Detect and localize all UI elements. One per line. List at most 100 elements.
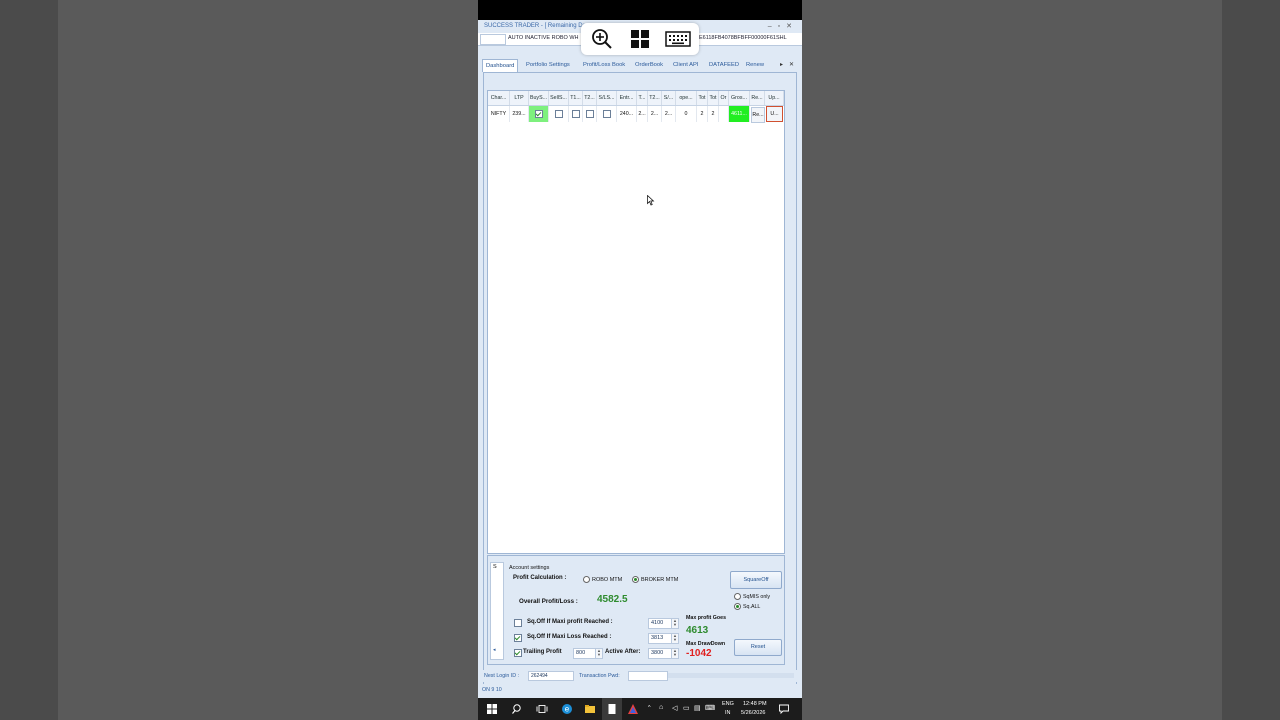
sl-checkbox[interactable] (602, 109, 611, 118)
broker-mtm-radio[interactable] (632, 576, 639, 583)
bottom-status-text: ON 9 10 (482, 687, 502, 693)
maxi-loss-input[interactable]: 3813 (648, 633, 672, 644)
squareoff-button[interactable]: SquareOff (730, 571, 782, 589)
header-sl[interactable]: S/LS... (597, 91, 617, 105)
buy-checkbox[interactable] (534, 109, 543, 118)
tab-portfolio-settings[interactable]: Portfolio Settings (526, 59, 570, 71)
sq-all-option[interactable]: Sq.ALL (734, 603, 760, 610)
cell-sell (549, 106, 569, 122)
maxi-loss-check[interactable] (514, 634, 522, 642)
cell-gross: 4611... (729, 106, 750, 122)
table-row[interactable]: NIFTY 239... 240... 2... 2... 2... 0 2 2… (488, 106, 784, 123)
trailing-profit-check[interactable] (514, 649, 522, 657)
trailing-profit-input[interactable]: 800 (573, 648, 597, 659)
sq-all-radio[interactable] (734, 603, 741, 610)
tab-datafeed[interactable]: DATAFEED (709, 59, 739, 71)
header-entry[interactable]: Entr... (617, 91, 637, 105)
input-region[interactable]: IN (725, 710, 731, 716)
zoom-in-icon[interactable] (591, 28, 613, 50)
clock-date[interactable]: 5/26/2026 (741, 710, 765, 716)
row-up-button[interactable]: U... (766, 106, 783, 122)
account-settings-panel: S ◂ Account settings Profit Calculation … (487, 555, 785, 665)
active-after-input[interactable]: 3800 (648, 648, 672, 659)
header-up[interactable]: Up... (765, 91, 784, 105)
t1-checkbox[interactable] (571, 109, 580, 118)
maxi-loss-spinner[interactable]: ▲ ▼ (671, 633, 679, 644)
robo-mtm-option[interactable]: ROBO MTM (583, 576, 622, 583)
header-re[interactable]: Re... (750, 91, 765, 105)
active-after-spinner[interactable]: ▲ ▼ (671, 648, 679, 659)
notification-center-icon[interactable] (778, 703, 790, 715)
tray-network-icon[interactable]: ⌂ (659, 704, 663, 711)
header-tot1[interactable]: Tot (697, 91, 708, 105)
header-or[interactable]: Or (719, 91, 729, 105)
windows-icon[interactable] (629, 28, 651, 50)
toolbar-field[interactable] (480, 34, 506, 45)
tab-close-icon[interactable]: ✕ (789, 59, 794, 71)
header-s[interactable]: S/... (662, 91, 676, 105)
tab-orderbook[interactable]: OrderBook (635, 59, 663, 71)
trailing-profit-spinner[interactable]: ▲ ▼ (595, 648, 603, 659)
positions-grid: Char... LTP BuyS... SellS... T1... T2...… (487, 90, 785, 554)
tab-renew[interactable]: Renew (746, 59, 764, 71)
start-icon[interactable] (486, 703, 498, 715)
header-t[interactable]: T... (637, 91, 648, 105)
tray-chevron-icon[interactable]: ^ (648, 705, 651, 711)
sqmis-only-option[interactable]: SqMIS only (734, 593, 770, 600)
edge-browser-icon[interactable]: e (561, 703, 573, 715)
transaction-pwd-input[interactable] (628, 671, 668, 681)
keyboard-icon[interactable] (665, 28, 691, 50)
task-view-icon[interactable] (536, 703, 548, 715)
maxi-profit-input[interactable]: 4100 (648, 618, 672, 629)
header-tot2[interactable]: Tot (708, 91, 719, 105)
tray-device-icon[interactable]: ▭ (683, 704, 690, 712)
row-re-button[interactable]: Re... (751, 107, 765, 123)
t2-checkbox[interactable] (585, 109, 594, 118)
robo-mtm-radio[interactable] (583, 576, 590, 583)
trailing-profit-checkbox[interactable] (514, 649, 522, 657)
bottom-status-bar: ON 9 10 (478, 684, 802, 696)
profit-calculation-label: Profit Calculation : (513, 575, 567, 581)
broker-mtm-option[interactable]: BROKER MTM (632, 576, 678, 583)
header-sell[interactable]: SellS... (549, 91, 569, 105)
tab-scroll-right-icon[interactable]: ▸ (780, 59, 783, 71)
reset-button[interactable]: Reset (734, 639, 782, 656)
tab-profit-loss-book[interactable]: Profit/Loss Book (583, 59, 625, 71)
tab-client-api[interactable]: Client API (673, 59, 698, 71)
maxi-loss-checkbox[interactable] (514, 634, 522, 642)
header-buy[interactable]: BuyS... (529, 91, 549, 105)
nest-login-label: Nest Login ID : (484, 673, 520, 679)
header-t2[interactable]: T2... (583, 91, 597, 105)
input-language[interactable]: ENG (722, 701, 734, 707)
header-gross[interactable]: Gros... (729, 91, 750, 105)
auto-status-text: AUTO INACTIVE ROBO WH (508, 35, 579, 41)
clock-time[interactable]: 12:48 PM (743, 701, 767, 707)
search-icon[interactable] (511, 703, 523, 715)
tab-dashboard[interactable]: Dashboard (482, 59, 519, 72)
file-explorer-icon[interactable] (584, 703, 596, 715)
overall-profit-loss-value: 4582.5 (597, 594, 628, 605)
phone-screen: SUCCESS TRADER - [ Remaining Days –▫✕ AU… (478, 0, 802, 720)
trader-app-icon[interactable] (627, 703, 639, 715)
window-title: SUCCESS TRADER - [ Remaining Days (484, 23, 592, 29)
max-drawdown-value: -1042 (686, 648, 712, 659)
header-chart[interactable]: Char... (488, 91, 510, 105)
tray-volume-icon[interactable]: ◁ (672, 704, 677, 712)
side-scroll-left-icon[interactable]: ◂ (493, 647, 496, 653)
header-ltp[interactable]: LTP (510, 91, 529, 105)
cell-ltp: 239... (510, 106, 529, 122)
window-controls[interactable]: –▫✕ (768, 22, 798, 30)
maxi-profit-checkbox[interactable] (514, 619, 522, 627)
tray-battery-icon[interactable]: ▤ (694, 704, 701, 712)
header-t1[interactable]: T1... (569, 91, 583, 105)
sqmis-only-radio[interactable] (734, 593, 741, 600)
maxi-profit-check[interactable] (514, 619, 522, 627)
document-app-icon[interactable] (606, 703, 618, 715)
header-t2b[interactable]: T2... (648, 91, 662, 105)
max-drawdown-label: Max DrawDown (686, 641, 726, 647)
header-open[interactable]: ope... (676, 91, 697, 105)
sell-checkbox[interactable] (554, 109, 563, 118)
maxi-profit-spinner[interactable]: ▲ ▼ (671, 618, 679, 629)
nest-login-input[interactable]: 262494 (528, 671, 574, 681)
tray-keyboard-icon[interactable]: ⌨ (705, 704, 715, 712)
